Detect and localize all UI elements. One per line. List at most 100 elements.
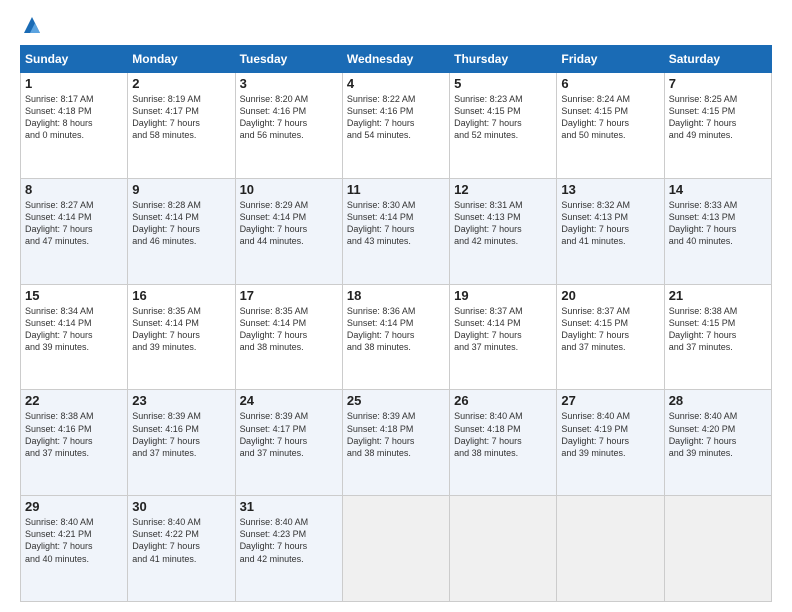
calendar-week-5: 29 Sunrise: 8:40 AM Sunset: 4:21 PM Dayli… [21, 496, 772, 602]
day-number: 1 [25, 76, 123, 91]
day-info: Sunrise: 8:35 AM Sunset: 4:14 PM Dayligh… [132, 305, 230, 354]
day-number: 11 [347, 182, 445, 197]
day-number: 24 [240, 393, 338, 408]
calendar-cell: 20Sunrise: 8:37 AM Sunset: 4:15 PM Dayli… [557, 284, 664, 390]
calendar-cell: 12Sunrise: 8:31 AM Sunset: 4:13 PM Dayli… [450, 178, 557, 284]
day-info: Sunrise: 8:24 AM Sunset: 4:15 PM Dayligh… [561, 93, 659, 142]
day-info: Sunrise: 8:39 AM Sunset: 4:16 PM Dayligh… [132, 410, 230, 459]
calendar-cell: 30 Sunrise: 8:40 AM Sunset: 4:22 PM Dayli… [128, 496, 235, 602]
day-number: 19 [454, 288, 552, 303]
day-number: 26 [454, 393, 552, 408]
day-info: Sunrise: 8:40 AM Sunset: 4:19 PM Dayligh… [561, 410, 659, 459]
day-number: 15 [25, 288, 123, 303]
day-number: 3 [240, 76, 338, 91]
day-info: Sunrise: 8:38 AM Sunset: 4:15 PM Dayligh… [669, 305, 767, 354]
calendar-header-row: SundayMondayTuesdayWednesdayThursdayFrid… [21, 46, 772, 73]
calendar: SundayMondayTuesdayWednesdayThursdayFrid… [20, 45, 772, 602]
calendar-header-tuesday: Tuesday [235, 46, 342, 73]
calendar-cell: 6 Sunrise: 8:24 AM Sunset: 4:15 PM Daylig… [557, 73, 664, 179]
day-info: Sunrise: 8:39 AM Sunset: 4:18 PM Dayligh… [347, 410, 445, 459]
day-number: 4 [347, 76, 445, 91]
calendar-cell: 31 Sunrise: 8:40 AM Sunset: 4:23 PM Dayli… [235, 496, 342, 602]
calendar-cell: 28 Sunrise: 8:40 AM Sunset: 4:20 PM Dayli… [664, 390, 771, 496]
calendar-cell: 25 Sunrise: 8:39 AM Sunset: 4:18 PM Dayli… [342, 390, 449, 496]
calendar-cell [450, 496, 557, 602]
day-info: Sunrise: 8:37 AM Sunset: 4:15 PM Dayligh… [561, 305, 659, 354]
day-info: Sunrise: 8:38 AM Sunset: 4:16 PM Dayligh… [25, 410, 123, 459]
calendar-cell: 22 Sunrise: 8:38 AM Sunset: 4:16 PM Dayli… [21, 390, 128, 496]
day-number: 14 [669, 182, 767, 197]
calendar-cell: 1 Sunrise: 8:17 AM Sunset: 4:18 PM Daylig… [21, 73, 128, 179]
calendar-week-3: 15 Sunrise: 8:34 AM Sunset: 4:14 PM Dayli… [21, 284, 772, 390]
day-number: 30 [132, 499, 230, 514]
calendar-cell: 17 Sunrise: 8:35 AM Sunset: 4:14 PM Dayli… [235, 284, 342, 390]
day-info: Sunrise: 8:31 AM Sunset: 4:13 PM Dayligh… [454, 199, 552, 248]
calendar-cell: 23Sunrise: 8:39 AM Sunset: 4:16 PM Dayli… [128, 390, 235, 496]
page: SundayMondayTuesdayWednesdayThursdayFrid… [0, 0, 792, 612]
day-number: 21 [669, 288, 767, 303]
calendar-cell: 2 Sunrise: 8:19 AM Sunset: 4:17 PM Daylig… [128, 73, 235, 179]
day-number: 9 [132, 182, 230, 197]
day-number: 25 [347, 393, 445, 408]
calendar-cell: 11 Sunrise: 8:30 AM Sunset: 4:14 PM Dayli… [342, 178, 449, 284]
day-number: 2 [132, 76, 230, 91]
calendar-cell: 7Sunrise: 8:25 AM Sunset: 4:15 PM Daylig… [664, 73, 771, 179]
day-number: 27 [561, 393, 659, 408]
calendar-week-4: 22 Sunrise: 8:38 AM Sunset: 4:16 PM Dayli… [21, 390, 772, 496]
day-number: 17 [240, 288, 338, 303]
calendar-cell: 10 Sunrise: 8:29 AM Sunset: 4:14 PM Dayli… [235, 178, 342, 284]
calendar-cell: 24Sunrise: 8:39 AM Sunset: 4:17 PM Dayli… [235, 390, 342, 496]
day-info: Sunrise: 8:37 AM Sunset: 4:14 PM Dayligh… [454, 305, 552, 354]
calendar-cell: 14Sunrise: 8:33 AM Sunset: 4:13 PM Dayli… [664, 178, 771, 284]
day-number: 16 [132, 288, 230, 303]
day-info: Sunrise: 8:22 AM Sunset: 4:16 PM Dayligh… [347, 93, 445, 142]
logo-icon [22, 15, 42, 35]
calendar-header-monday: Monday [128, 46, 235, 73]
day-number: 31 [240, 499, 338, 514]
calendar-cell [664, 496, 771, 602]
day-info: Sunrise: 8:27 AM Sunset: 4:14 PM Dayligh… [25, 199, 123, 248]
day-info: Sunrise: 8:28 AM Sunset: 4:14 PM Dayligh… [132, 199, 230, 248]
day-number: 22 [25, 393, 123, 408]
day-number: 29 [25, 499, 123, 514]
calendar-cell: 13 Sunrise: 8:32 AM Sunset: 4:13 PM Dayli… [557, 178, 664, 284]
day-info: Sunrise: 8:23 AM Sunset: 4:15 PM Dayligh… [454, 93, 552, 142]
day-number: 6 [561, 76, 659, 91]
day-info: Sunrise: 8:34 AM Sunset: 4:14 PM Dayligh… [25, 305, 123, 354]
day-number: 13 [561, 182, 659, 197]
calendar-header-saturday: Saturday [664, 46, 771, 73]
day-info: Sunrise: 8:19 AM Sunset: 4:17 PM Dayligh… [132, 93, 230, 142]
day-info: Sunrise: 8:40 AM Sunset: 4:18 PM Dayligh… [454, 410, 552, 459]
day-info: Sunrise: 8:25 AM Sunset: 4:15 PM Dayligh… [669, 93, 767, 142]
calendar-header-wednesday: Wednesday [342, 46, 449, 73]
day-number: 5 [454, 76, 552, 91]
day-info: Sunrise: 8:40 AM Sunset: 4:23 PM Dayligh… [240, 516, 338, 565]
calendar-cell: 26 Sunrise: 8:40 AM Sunset: 4:18 PM Dayli… [450, 390, 557, 496]
day-info: Sunrise: 8:17 AM Sunset: 4:18 PM Dayligh… [25, 93, 123, 142]
calendar-cell: 16 Sunrise: 8:35 AM Sunset: 4:14 PM Dayli… [128, 284, 235, 390]
calendar-cell: 27 Sunrise: 8:40 AM Sunset: 4:19 PM Dayli… [557, 390, 664, 496]
calendar-cell: 5 Sunrise: 8:23 AM Sunset: 4:15 PM Daylig… [450, 73, 557, 179]
calendar-cell [557, 496, 664, 602]
calendar-cell: 8 Sunrise: 8:27 AM Sunset: 4:14 PM Daylig… [21, 178, 128, 284]
day-info: Sunrise: 8:40 AM Sunset: 4:22 PM Dayligh… [132, 516, 230, 565]
calendar-header-sunday: Sunday [21, 46, 128, 73]
calendar-cell: 19 Sunrise: 8:37 AM Sunset: 4:14 PM Dayli… [450, 284, 557, 390]
day-info: Sunrise: 8:30 AM Sunset: 4:14 PM Dayligh… [347, 199, 445, 248]
day-number: 28 [669, 393, 767, 408]
calendar-cell: 18Sunrise: 8:36 AM Sunset: 4:14 PM Dayli… [342, 284, 449, 390]
day-info: Sunrise: 8:32 AM Sunset: 4:13 PM Dayligh… [561, 199, 659, 248]
calendar-cell: 29 Sunrise: 8:40 AM Sunset: 4:21 PM Dayli… [21, 496, 128, 602]
day-info: Sunrise: 8:20 AM Sunset: 4:16 PM Dayligh… [240, 93, 338, 142]
day-info: Sunrise: 8:29 AM Sunset: 4:14 PM Dayligh… [240, 199, 338, 248]
calendar-cell: 9 Sunrise: 8:28 AM Sunset: 4:14 PM Daylig… [128, 178, 235, 284]
day-info: Sunrise: 8:40 AM Sunset: 4:21 PM Dayligh… [25, 516, 123, 565]
day-number: 8 [25, 182, 123, 197]
calendar-cell: 21 Sunrise: 8:38 AM Sunset: 4:15 PM Dayli… [664, 284, 771, 390]
day-info: Sunrise: 8:40 AM Sunset: 4:20 PM Dayligh… [669, 410, 767, 459]
day-number: 10 [240, 182, 338, 197]
day-info: Sunrise: 8:36 AM Sunset: 4:14 PM Dayligh… [347, 305, 445, 354]
day-info: Sunrise: 8:35 AM Sunset: 4:14 PM Dayligh… [240, 305, 338, 354]
calendar-week-2: 8 Sunrise: 8:27 AM Sunset: 4:14 PM Daylig… [21, 178, 772, 284]
calendar-header-thursday: Thursday [450, 46, 557, 73]
